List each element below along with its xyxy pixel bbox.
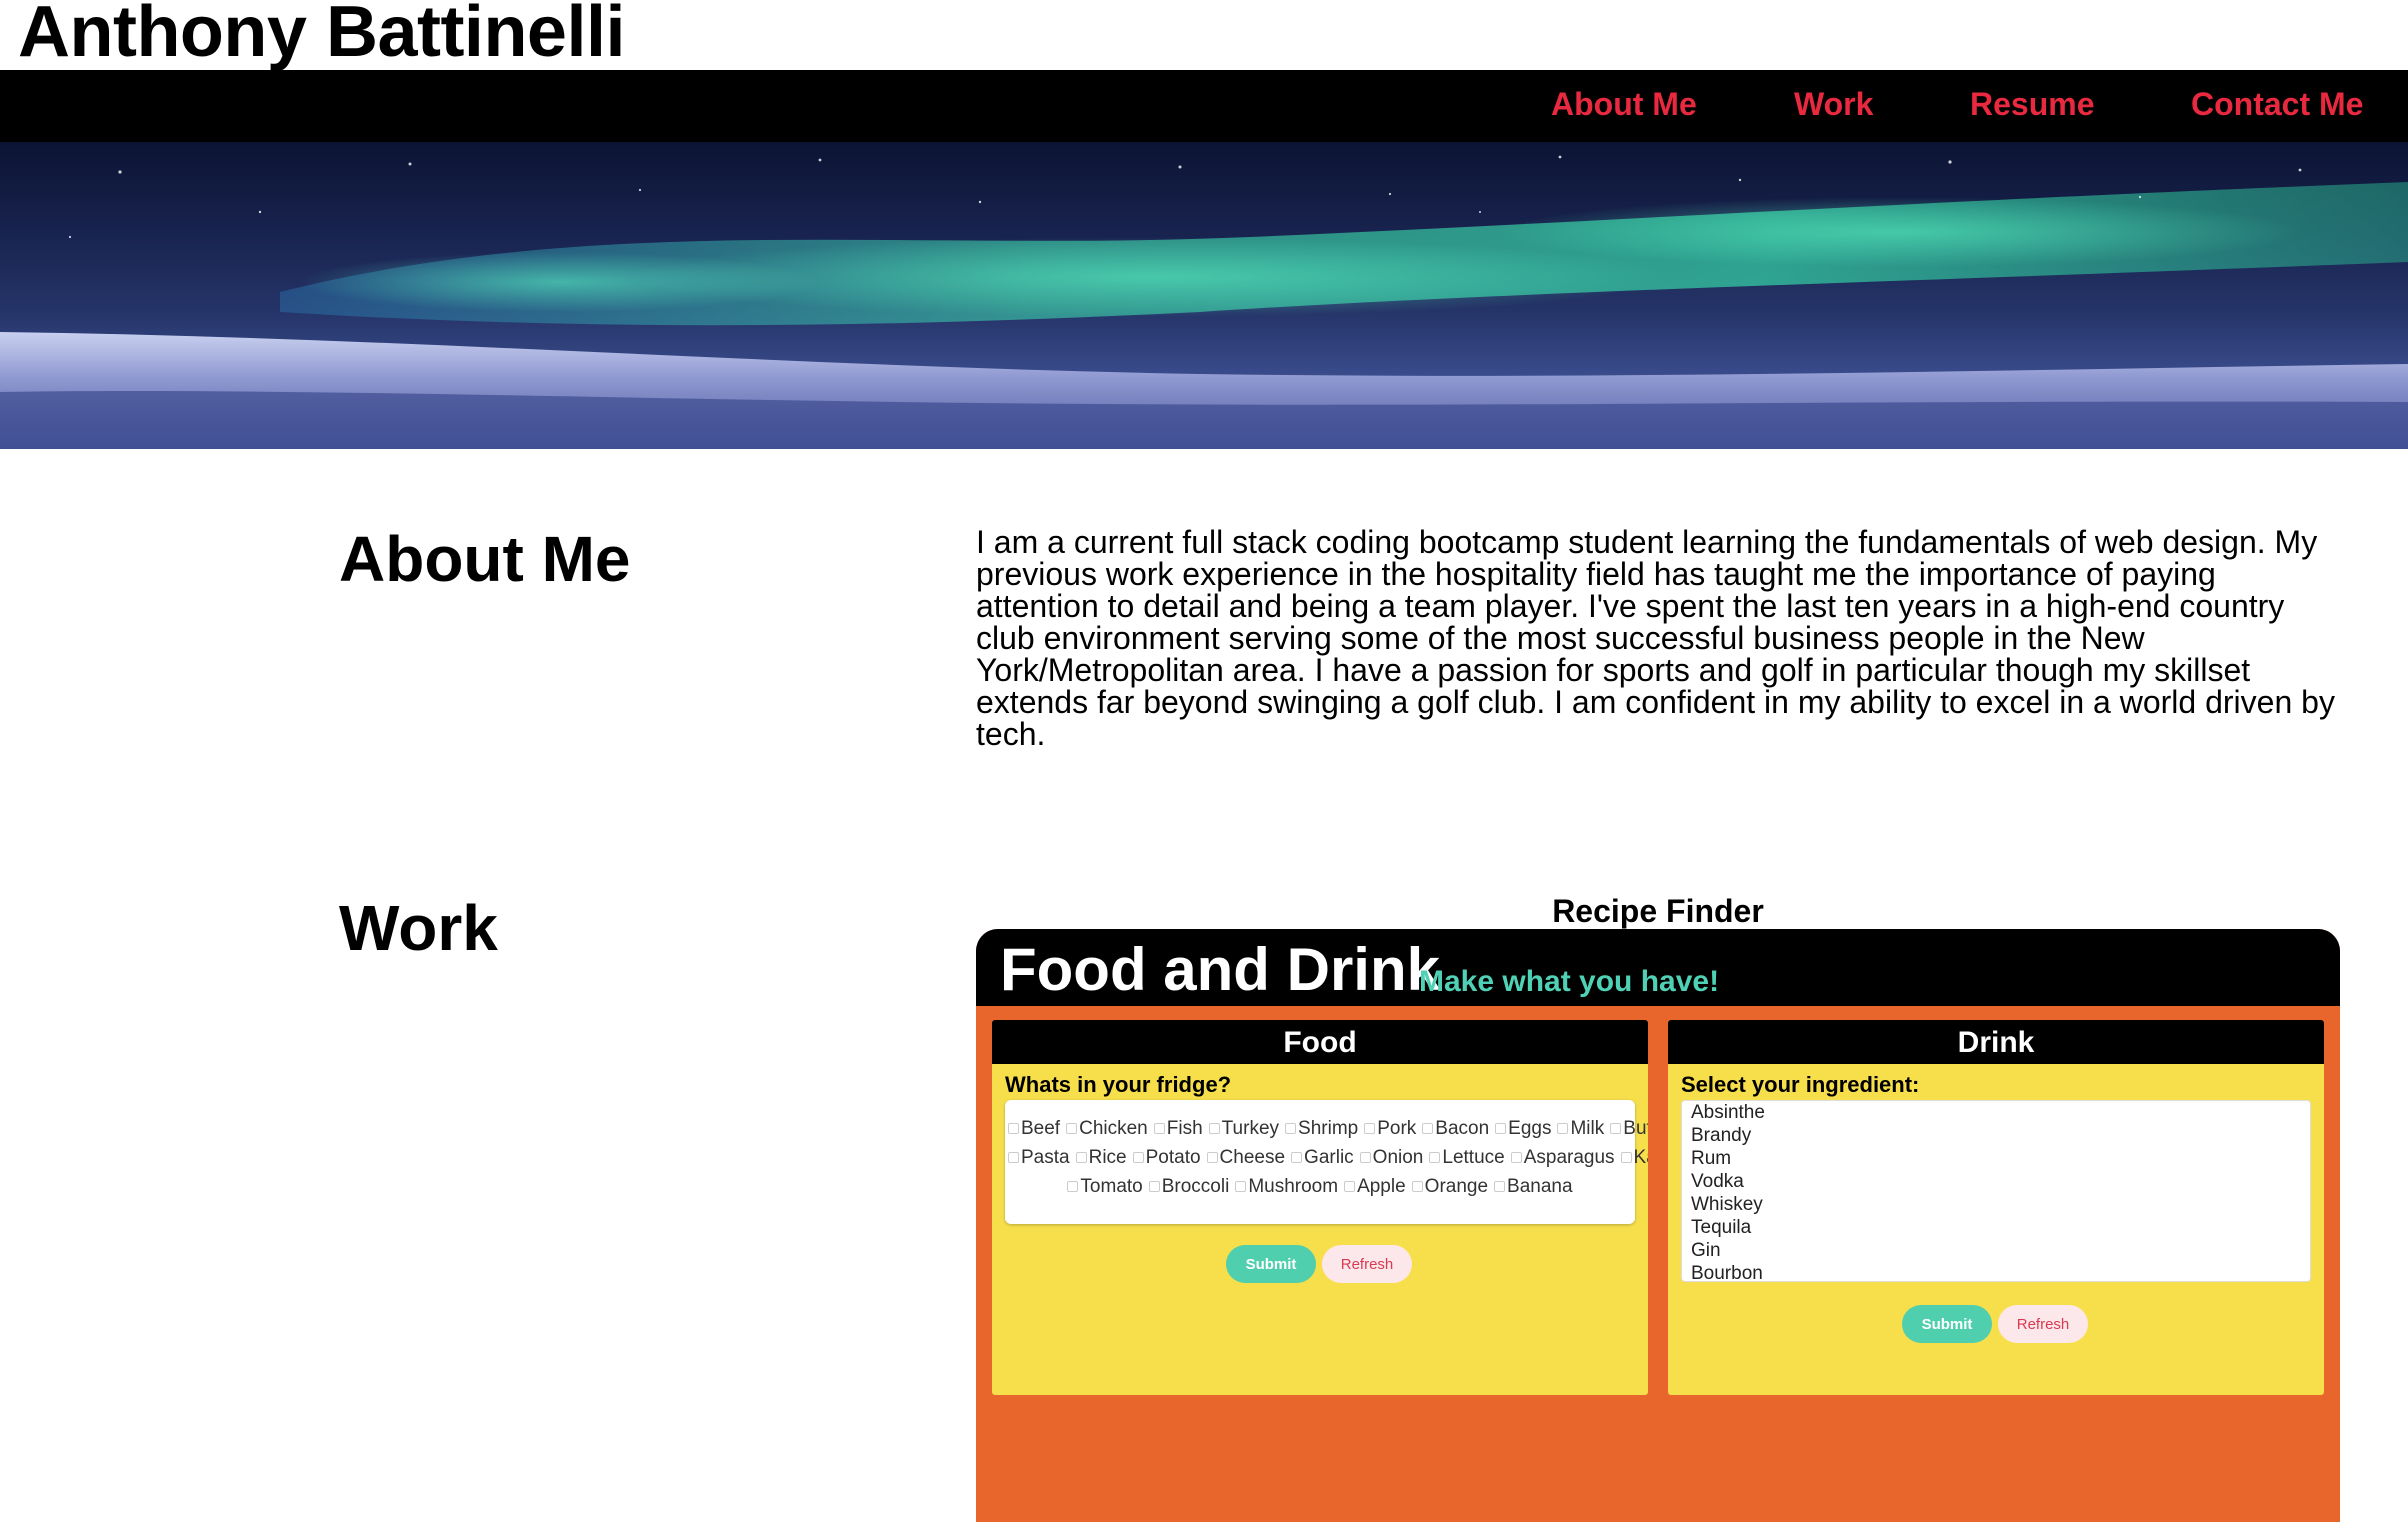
drink-refresh-button[interactable]: Refresh xyxy=(1998,1305,2088,1343)
about-text: I am a current full stack coding bootcam… xyxy=(976,524,2335,752)
ingredient-checkbox[interactable]: Milk xyxy=(1557,1114,1604,1143)
drink-option[interactable]: Gin xyxy=(1691,1239,2310,1262)
ingredient-row: Tomato Broccoli Mushroom Apple Orange Banana xyxy=(1005,1172,1635,1201)
ingredient-checkbox[interactable]: Orange xyxy=(1412,1172,1488,1201)
ingredient-checkbox[interactable]: Butter xyxy=(1610,1114,1648,1143)
ingredient-checkbox[interactable]: Onion xyxy=(1360,1143,1424,1172)
ingredient-checkbox[interactable]: Tomato xyxy=(1067,1172,1142,1201)
drink-option[interactable]: Bourbon xyxy=(1691,1262,2310,1281)
drink-panel-label: Select your ingredient: xyxy=(1681,1072,1920,1097)
ingredient-checkbox[interactable]: Banana xyxy=(1494,1172,1573,1201)
nav-contact-me[interactable]: Contact Me xyxy=(2191,84,2363,124)
drink-submit-button[interactable]: Submit xyxy=(1902,1305,1992,1343)
nav-resume[interactable]: Resume xyxy=(1970,84,2095,124)
project-title: Recipe Finder xyxy=(1552,893,1764,929)
aurora-illustration xyxy=(0,155,2408,449)
about-heading: About Me xyxy=(339,523,631,595)
ingredient-checkbox[interactable]: Fish xyxy=(1154,1114,1203,1143)
ingredient-checkbox[interactable]: Shrimp xyxy=(1285,1114,1358,1143)
food-panel-header: Food xyxy=(992,1020,1648,1064)
drink-option[interactable]: Brandy xyxy=(1691,1124,2310,1147)
ingredient-checkbox[interactable]: Pork xyxy=(1364,1114,1416,1143)
drink-panel-header: Drink xyxy=(1668,1020,2324,1064)
drink-option[interactable]: Rum xyxy=(1691,1147,2310,1170)
ingredient-row: Beef Chicken Fish Turkey Shrimp Pork Bacon Eggs… xyxy=(1005,1114,1648,1143)
ingredient-checkbox[interactable]: Bacon xyxy=(1422,1114,1489,1143)
ingredient-checkbox[interactable]: Rice xyxy=(1076,1143,1127,1172)
navbar: About Me Work Resume Contact Me xyxy=(0,70,2408,142)
ingredient-checkbox[interactable]: Garlic xyxy=(1291,1143,1354,1172)
food-submit-button[interactable]: Submit xyxy=(1226,1245,1316,1283)
ingredient-checkbox[interactable]: Chicken xyxy=(1066,1114,1148,1143)
drink-panel: Drink Select your ingredient: Absinthe Br… xyxy=(1668,1020,2324,1395)
app-name: Food and Drink xyxy=(1000,936,1440,1003)
ingredient-checkbox[interactable]: Potato xyxy=(1133,1143,1201,1172)
ingredient-checkbox[interactable]: Broccoli xyxy=(1149,1172,1230,1201)
drink-ingredient-select[interactable]: Absinthe Brandy Rum Vodka Whiskey Tequila Gin B… xyxy=(1681,1100,2311,1282)
ingredient-checkboxes: Beef Chicken Fish Turkey Shrimp Pork Bacon Eggs… xyxy=(1005,1100,1648,1224)
nav-about-me[interactable]: About Me xyxy=(1551,84,1697,124)
ingredient-checkbox[interactable]: Cheese xyxy=(1207,1143,1286,1172)
food-panel: Food Whats in your fridge? Beef Chicken Fi… xyxy=(992,1020,1648,1395)
ingredient-checkbox[interactable]: Asparagus xyxy=(1511,1143,1615,1172)
app-tagline: Make what you have! xyxy=(1419,965,1720,998)
ingredient-checkbox[interactable]: Turkey xyxy=(1209,1114,1279,1143)
ingredient-checkbox[interactable]: Mushroom xyxy=(1235,1172,1338,1201)
drink-option[interactable]: Vodka xyxy=(1691,1170,2310,1193)
ingredient-checkbox[interactable]: Eggs xyxy=(1495,1114,1551,1143)
work-heading: Work xyxy=(339,892,498,964)
ingredient-checkbox[interactable]: Lettuce xyxy=(1429,1143,1504,1172)
drink-option[interactable]: Absinthe xyxy=(1691,1101,2310,1124)
app-header: Food and Drink Make what you have! xyxy=(976,929,2340,1006)
nav-work[interactable]: Work xyxy=(1794,84,1873,124)
recipe-finder-preview[interactable]: Food and Drink Make what you have! Food … xyxy=(976,929,2340,1522)
food-refresh-button[interactable]: Refresh xyxy=(1322,1245,1412,1283)
ingredient-checkbox[interactable]: Kale xyxy=(1621,1143,1648,1172)
drink-option[interactable]: Tequila xyxy=(1691,1216,2310,1239)
ingredient-checkbox[interactable]: Beef xyxy=(1008,1114,1060,1143)
ingredient-checkbox[interactable]: Pasta xyxy=(1008,1143,1070,1172)
drink-option[interactable]: Whiskey xyxy=(1691,1193,2310,1216)
hero-aurora-image xyxy=(0,142,2408,449)
site-title: Anthony Battinelli xyxy=(18,0,625,72)
ingredient-row: Pasta Rice Potato Cheese Garlic Onion Lettuce A… xyxy=(1005,1143,1648,1172)
food-panel-label: Whats in your fridge? xyxy=(1005,1072,1232,1097)
ingredient-checkbox[interactable]: Apple xyxy=(1344,1172,1406,1201)
